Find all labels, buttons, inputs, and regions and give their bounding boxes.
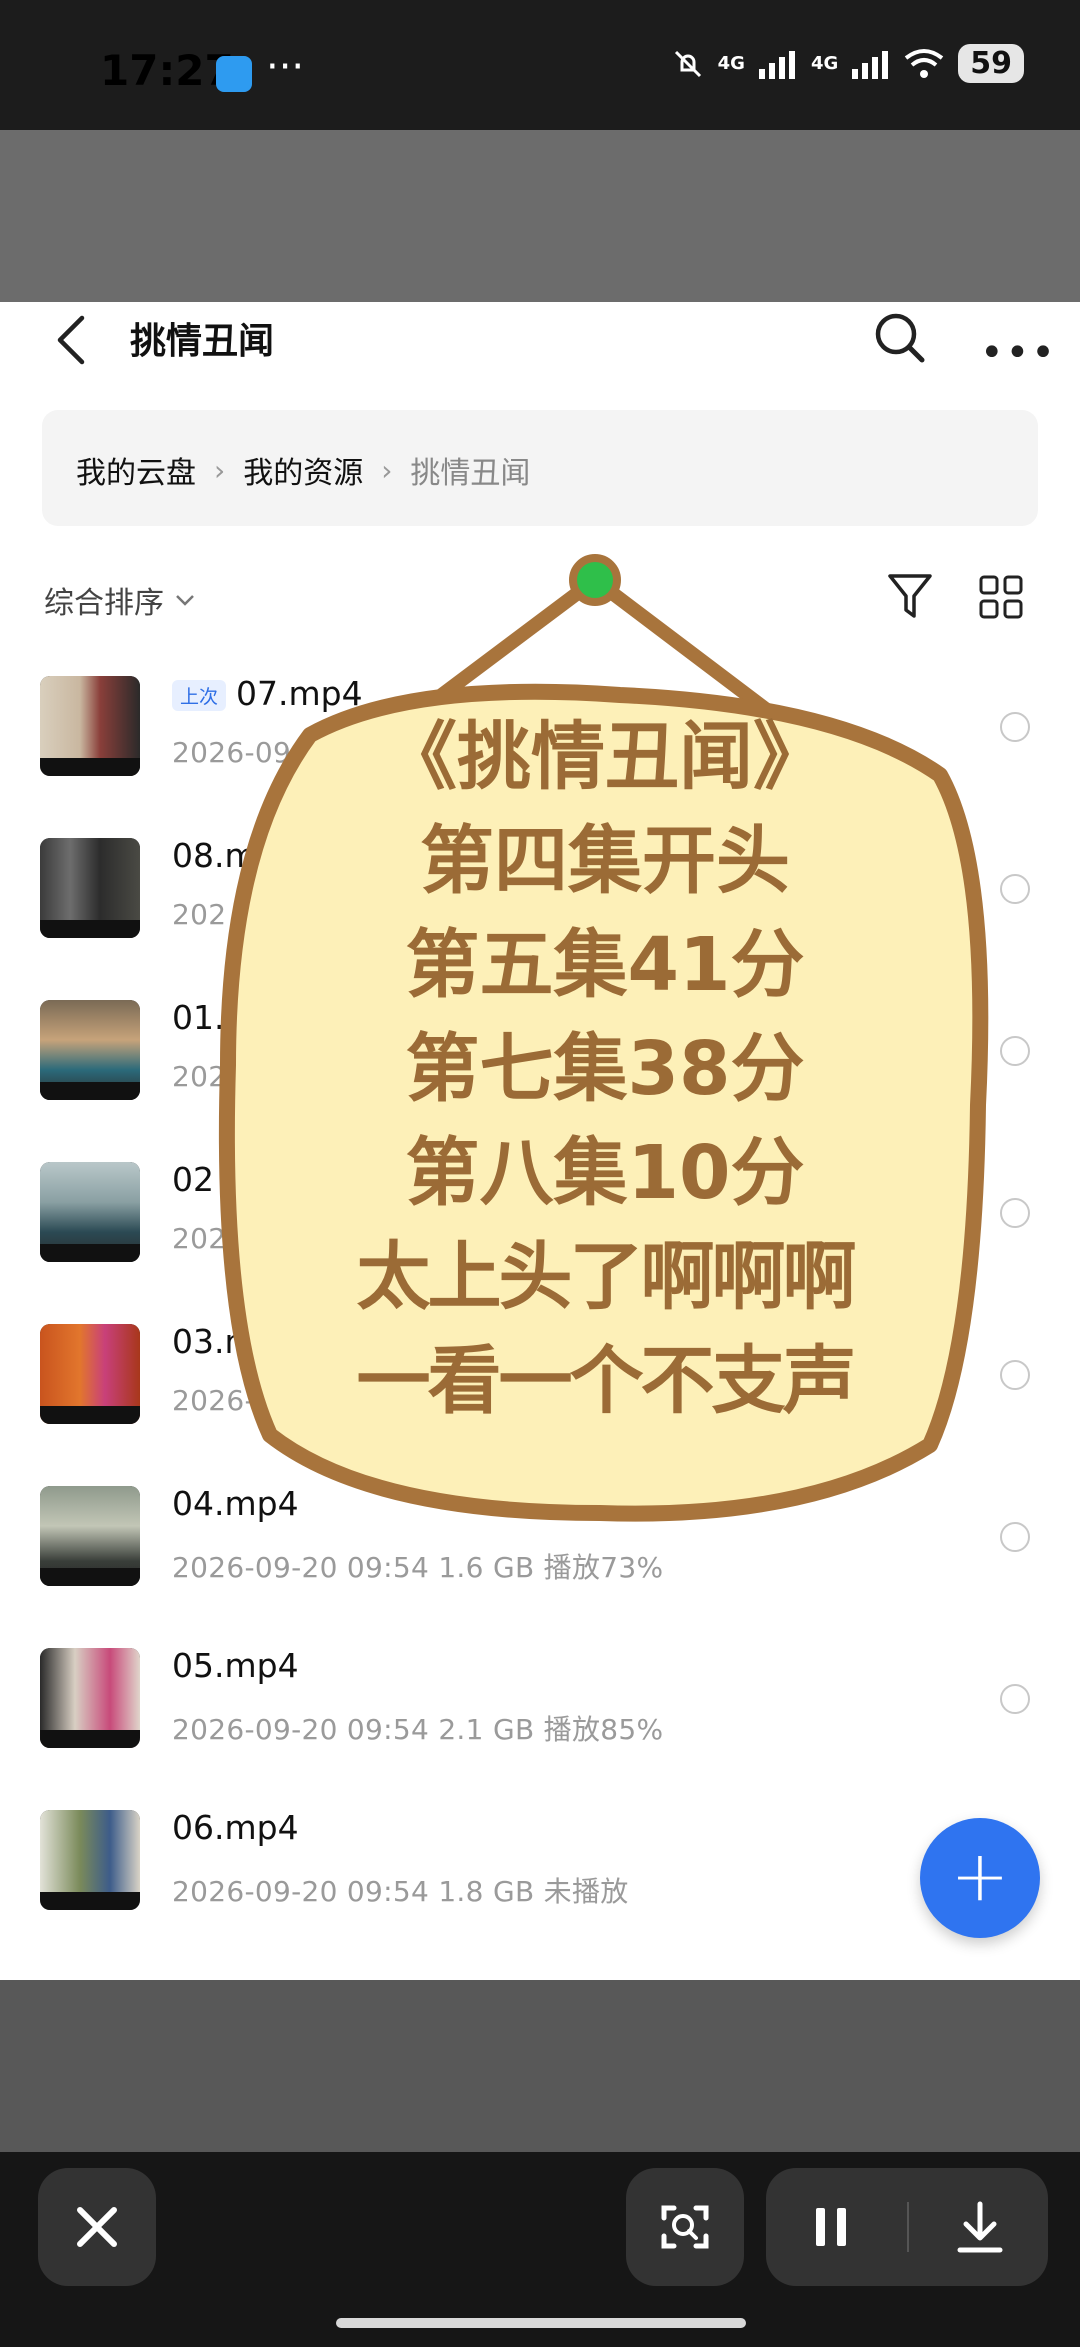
add-button[interactable]: + xyxy=(920,1818,1040,1938)
file-name: 05.mp4 xyxy=(172,1646,299,1685)
wifi-icon xyxy=(905,48,944,78)
back-arrow-icon[interactable] xyxy=(52,312,92,368)
breadcrumb-separator: › xyxy=(381,453,393,487)
chevron-down-icon xyxy=(176,595,194,606)
scan-search-icon xyxy=(661,2205,709,2249)
sticker-line: 《挑情丑闻》 xyxy=(383,714,827,800)
close-button[interactable] xyxy=(38,2168,156,2286)
select-radio[interactable] xyxy=(1000,712,1030,742)
more-options-icon[interactable]: ••• xyxy=(980,330,1057,376)
select-radio[interactable] xyxy=(1000,1198,1030,1228)
close-icon xyxy=(77,2207,117,2247)
sort-label: 综合排序 xyxy=(44,586,164,621)
breadcrumb-item[interactable]: 我的资源 xyxy=(243,448,363,492)
pause-icon[interactable] xyxy=(806,2202,856,2252)
sort-dropdown[interactable]: 综合排序 xyxy=(44,578,196,622)
video-thumbnail xyxy=(40,1162,140,1262)
sticker-line: 第七集38分 xyxy=(405,1026,805,1112)
breadcrumb-separator: › xyxy=(214,453,226,487)
video-thumbnail xyxy=(40,1648,140,1748)
divider xyxy=(907,2202,909,2252)
video-thumbnail xyxy=(40,838,140,938)
battery-level: 59 xyxy=(958,44,1024,83)
file-meta: 2026-09-20 09:54 1.8 GB 未播放 xyxy=(172,1875,629,1908)
overlay-band xyxy=(0,130,1080,302)
sticker-line: 第八集10分 xyxy=(405,1130,805,1216)
home-indicator[interactable] xyxy=(336,2318,746,2328)
file-row[interactable]: 05.mp4 2026-09-20 09:54 2.1 GB 播放85% xyxy=(0,1626,1080,1788)
network-type-2: 4G xyxy=(810,53,839,74)
select-radio[interactable] xyxy=(1000,1036,1030,1066)
breadcrumb-items: 我的云盘 › 我的资源 › 挑情丑闻 xyxy=(76,448,530,492)
file-name: 06.mp4 xyxy=(172,1808,299,1847)
select-radio[interactable] xyxy=(1000,1522,1030,1552)
video-thumbnail xyxy=(40,1810,140,1910)
file-meta: 2026-09-20 09:54 2.1 GB 播放85% xyxy=(172,1713,664,1746)
file-row[interactable]: 06.mp4 2026-09-20 09:54 1.8 GB 未播放 xyxy=(0,1788,1080,1950)
playback-controls xyxy=(766,2168,1048,2286)
signal-icon-2 xyxy=(852,50,889,79)
video-thumbnail xyxy=(40,1486,140,1586)
sticker-line: 一看一个不支声 xyxy=(356,1338,857,1424)
select-radio[interactable] xyxy=(1000,1360,1030,1390)
download-icon[interactable] xyxy=(950,2198,1010,2258)
signal-icon xyxy=(758,50,795,79)
page-title: 挑情丑闻 xyxy=(130,321,275,362)
more-notifications-icon: ··· xyxy=(266,44,305,90)
app-notification-icon xyxy=(216,56,252,92)
sticker-line: 第五集41分 xyxy=(405,922,805,1008)
breadcrumb-current: 挑情丑闻 xyxy=(410,456,531,491)
file-meta: 2026-09-20 09:54 1.6 GB 播放73% xyxy=(172,1551,664,1584)
video-thumbnail xyxy=(40,1000,140,1100)
sticker-line: 第四集开头 xyxy=(420,818,790,904)
search-icon[interactable] xyxy=(872,310,928,366)
sticker-text: 《挑情丑闻》 第四集开头 第五集41分 第七集38分 第八集10分 太上头了啊啊… xyxy=(290,705,920,1433)
image-search-button[interactable] xyxy=(626,2168,744,2286)
sticker-line: 太上头了啊啊啊 xyxy=(356,1234,857,1320)
select-radio[interactable] xyxy=(1000,874,1030,904)
select-radio[interactable] xyxy=(1000,1684,1030,1714)
breadcrumb-item[interactable]: 我的云盘 xyxy=(76,448,196,492)
status-icons: 4G 4G 59 xyxy=(672,44,1024,83)
network-type-1: 4G xyxy=(717,53,745,74)
video-thumbnail xyxy=(40,676,140,776)
status-time: 17:27 xyxy=(100,46,234,95)
mute-icon xyxy=(674,50,701,77)
video-thumbnail xyxy=(40,1324,140,1424)
